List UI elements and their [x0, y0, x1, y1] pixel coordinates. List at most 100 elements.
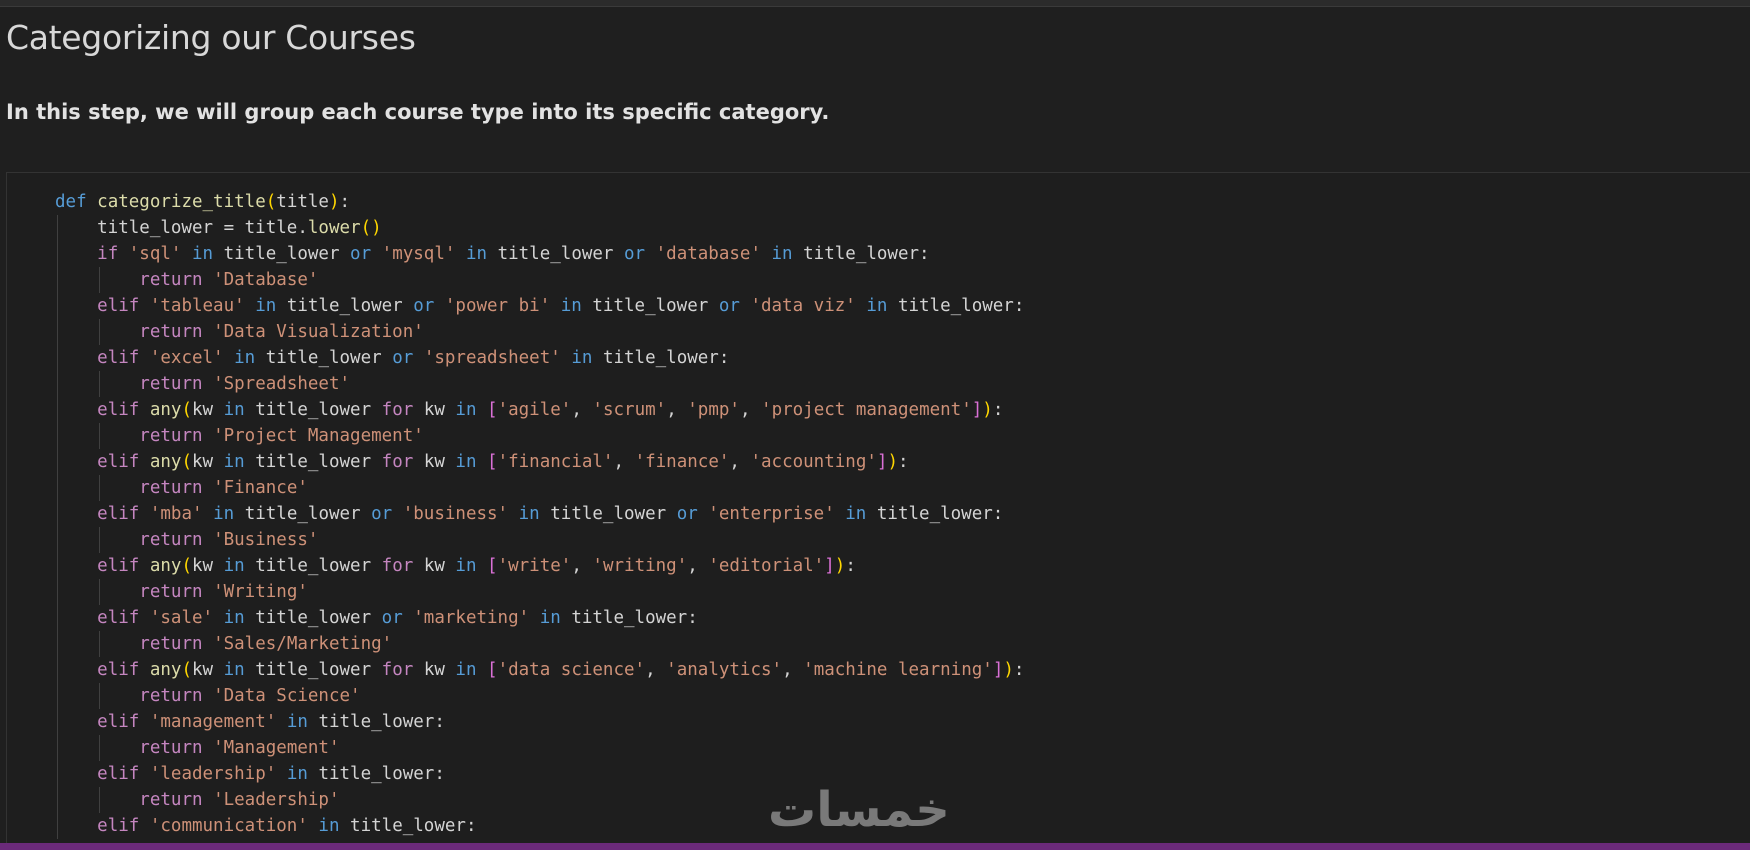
code-token: or: [413, 296, 445, 316]
indent-guide: [98, 319, 100, 345]
code-token: ]: [876, 452, 888, 472]
indent-guide: [98, 371, 100, 397]
indent-guide: [57, 371, 58, 397]
code-line: elif any(kw in title_lower for kw in ['w…: [55, 553, 1024, 579]
indent-guide: [98, 683, 100, 709]
watermark-logo: خمسات: [768, 782, 950, 838]
indent-guide: [98, 787, 100, 813]
code-token: ,: [666, 400, 688, 420]
code-token: title_lower:: [571, 608, 698, 628]
code-token: ): [328, 192, 340, 212]
code-line: title_lower = title.lower(): [55, 215, 1024, 241]
code-token: ): [1003, 660, 1014, 680]
code-token: in: [455, 244, 498, 264]
code-line: return 'Business': [55, 527, 1024, 553]
indent-guide: [57, 345, 58, 371]
code-token: any: [149, 556, 182, 576]
code-token: kw: [423, 660, 456, 680]
code-token: 'Sales/Marketing': [213, 634, 393, 654]
code-line: def categorize_title(title):: [55, 189, 1024, 215]
indent-guide: [57, 787, 58, 813]
code-token: in: [834, 504, 877, 524]
code-token: 'Database': [213, 270, 319, 290]
code-token: def: [55, 192, 98, 212]
code-cell[interactable]: def categorize_title(title): title_lower…: [6, 172, 1750, 845]
code-token: kw: [192, 452, 224, 472]
code-token: elif: [97, 400, 150, 420]
code-token: elif: [97, 296, 150, 316]
code-token: 'Business': [213, 530, 319, 550]
code-token: for: [381, 400, 424, 420]
code-token: 'data viz': [750, 296, 856, 316]
code-token: kw: [423, 556, 456, 576]
code-token: return: [139, 530, 214, 550]
code-token: any: [149, 452, 182, 472]
indent-guide: [57, 215, 58, 241]
code-token: 'Finance': [213, 478, 308, 498]
code-token: in: [529, 608, 572, 628]
code-token: 'Project Management': [213, 426, 424, 446]
code-token: [: [487, 400, 498, 420]
code-token: 'agile': [497, 400, 572, 420]
indent-guide: [98, 735, 100, 761]
code-token: 'writing': [592, 556, 688, 576]
code-token: kw: [192, 400, 224, 420]
indent-guide: [57, 631, 58, 657]
code-token: return: [139, 582, 214, 602]
code-token: in: [223, 556, 256, 576]
indent-guide: [57, 501, 58, 527]
code-token: return: [139, 738, 214, 758]
code-token: (: [181, 556, 192, 576]
code-token: kw: [192, 660, 224, 680]
code-token: or: [718, 296, 751, 316]
code-token: 'tableau': [149, 296, 245, 316]
code-line: return 'Project Management': [55, 423, 1024, 449]
code-token: title_lower: [244, 504, 372, 524]
code-token: or: [350, 244, 382, 264]
code-line: if 'sql' in title_lower or 'mysql' in ti…: [55, 241, 1024, 267]
code-token: ,: [613, 452, 635, 472]
code-token: (: [265, 192, 277, 212]
code-token: title_lower:: [602, 348, 730, 368]
indent-guide: [57, 319, 58, 345]
code-token: elif: [97, 608, 150, 628]
code-token: ,: [571, 400, 593, 420]
indent-guide: [98, 527, 100, 553]
code-token: in: [202, 504, 245, 524]
indent-guide: [98, 475, 100, 501]
code-token: 'sql': [128, 244, 182, 264]
code-token: in: [307, 816, 351, 836]
code-token: 'management': [149, 712, 277, 732]
code-token: title_lower:: [318, 712, 445, 732]
code-line: elif 'management' in title_lower:: [55, 709, 1024, 735]
code-token: in: [508, 504, 551, 524]
code-token: 'business': [402, 504, 509, 524]
code-token: :: [898, 452, 909, 472]
code-token: 'leadership': [149, 764, 277, 784]
code-token: in: [455, 452, 488, 472]
code-token: lower: [307, 218, 361, 238]
code-editor[interactable]: def categorize_title(title): title_lower…: [55, 189, 1024, 839]
code-line: return 'Finance': [55, 475, 1024, 501]
code-token: elif: [97, 660, 150, 680]
code-token: kw: [423, 400, 456, 420]
indent-guide: [57, 605, 58, 631]
code-token: 'database': [655, 244, 761, 264]
code-token: in: [223, 400, 256, 420]
code-token: or: [676, 504, 709, 524]
top-divider: [0, 0, 1750, 7]
code-token: 'machine learning': [803, 660, 993, 680]
code-token: 'spreadsheet': [423, 348, 561, 368]
indent-guide: [57, 657, 58, 683]
code-token: 'Leadership': [213, 790, 340, 810]
